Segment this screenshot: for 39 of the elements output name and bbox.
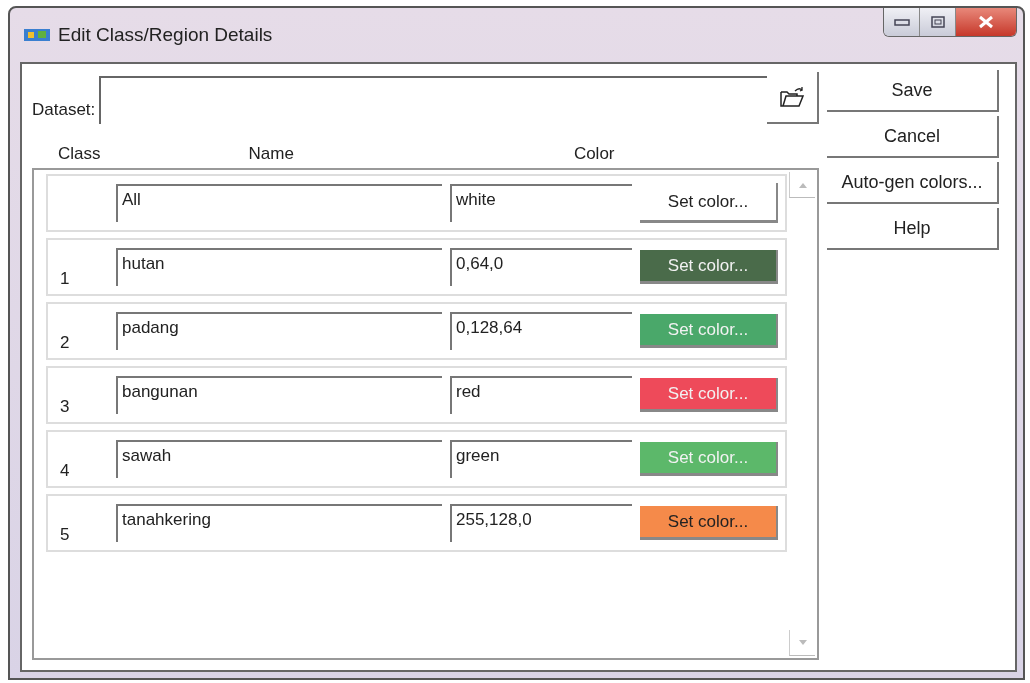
folder-icon [779,86,805,108]
dialog-button[interactable]: Auto-gen colors... [827,162,999,204]
set-color-button[interactable]: Set color... [640,506,778,540]
color-field[interactable]: white [450,184,632,222]
set-color-button[interactable]: Set color... [640,183,778,223]
color-field[interactable]: 255,128,0 [450,504,632,542]
close-button[interactable] [956,8,1016,36]
maximize-button[interactable] [920,8,956,36]
color-field[interactable]: 0,128,64 [450,312,632,350]
minimize-icon [893,17,910,27]
class-number: 1 [59,268,71,289]
set-color-button[interactable]: Set color... [640,250,778,284]
class-number: 5 [59,524,71,545]
restore-icon [930,16,945,28]
column-header: Name [248,144,294,164]
name-field[interactable]: All [116,184,442,222]
name-field[interactable]: sawah [116,440,442,478]
window-title: Edit Class/Region Details [58,24,273,46]
name-field[interactable]: tanahkering [116,504,442,542]
dialog-button[interactable]: Help [827,208,999,250]
color-field[interactable]: green [450,440,632,478]
name-field[interactable]: hutan [116,248,442,286]
class-number: 3 [59,396,71,417]
class-number: 2 [59,332,71,353]
column-header: Class [58,144,101,164]
dataset-label: Dataset: [32,100,96,120]
app-icon [24,27,50,43]
column-header: Color [573,144,615,164]
minimize-button[interactable] [884,8,920,36]
dialog-button[interactable]: Cancel [827,116,999,158]
class-number: 4 [59,460,71,481]
color-field[interactable]: red [450,376,632,414]
up-arrow-icon [797,181,808,188]
color-field[interactable]: 0,64,0 [450,248,632,286]
down-arrow-icon [797,639,808,646]
dialog-button[interactable]: Save [827,70,999,112]
close-icon [978,15,994,29]
name-field[interactable]: padang [116,312,442,350]
name-field[interactable]: bangunan [116,376,442,414]
